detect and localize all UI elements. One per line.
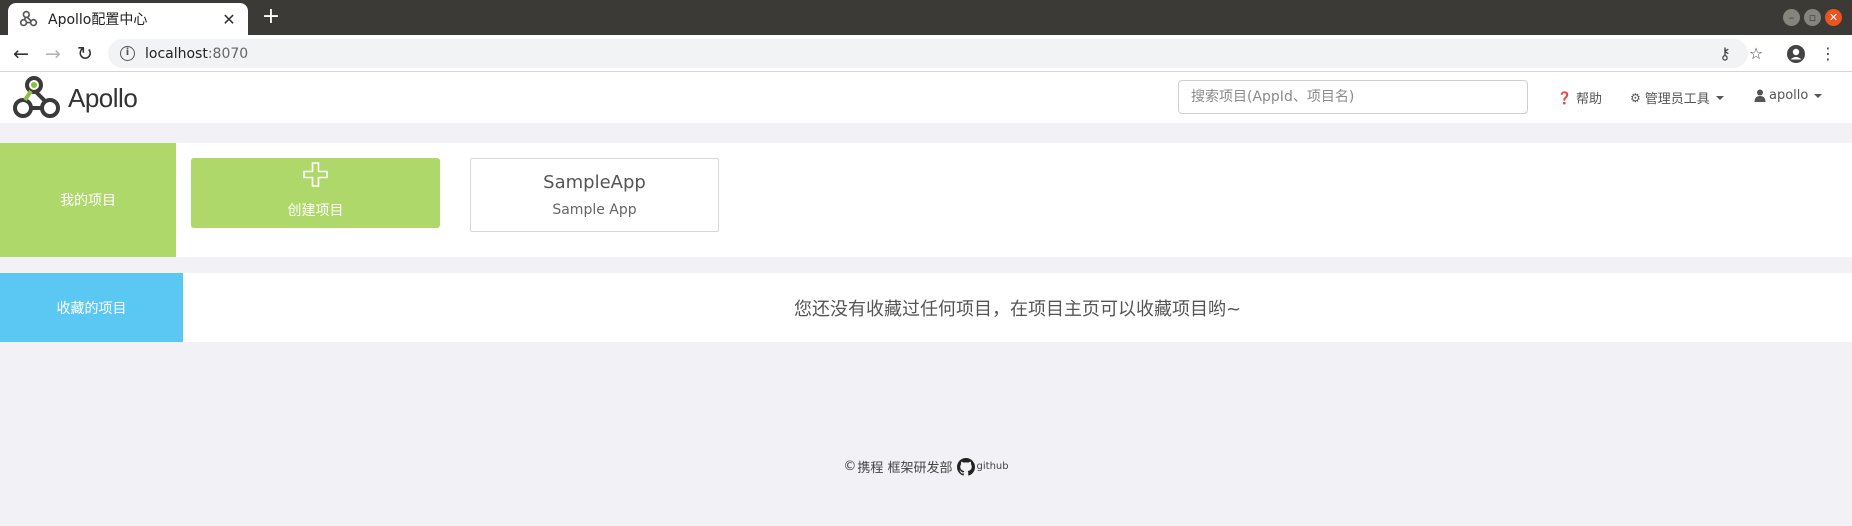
window-maximize-icon[interactable]: ▫	[1804, 9, 1821, 26]
my-projects-section: 我的项目 创建项目 SampleApp Sample App	[0, 143, 1852, 257]
github-icon[interactable]	[956, 457, 975, 476]
tab-title: Apollo配置中心	[48, 12, 148, 28]
copyright-icon: ©	[843, 459, 857, 474]
browser-menu-icon[interactable]: ⋮	[1816, 42, 1840, 66]
logo-text: Apollo	[68, 82, 138, 113]
app-header: Apollo ❓ 帮助 ⚙ 管理员工具 apollo	[0, 72, 1852, 123]
browser-tab-bar: Apollo配置中心 ✕ + – ▫ ✕	[0, 0, 1852, 35]
browser-tab[interactable]: Apollo配置中心 ✕	[8, 3, 248, 35]
project-card-sampleapp[interactable]: SampleApp Sample App	[470, 158, 719, 232]
footer-text: 携程 框架研发部	[857, 461, 953, 476]
admin-tools-dropdown[interactable]: ⚙ 管理员工具	[1630, 88, 1724, 107]
browser-toolbar: ← → ↻ i localhost:8070 ⚷ ☆ ⋮	[0, 35, 1852, 72]
site-info-icon[interactable]: i	[120, 46, 135, 61]
bookmark-star-icon[interactable]: ☆	[1744, 42, 1768, 66]
plus-icon	[303, 162, 328, 187]
address-bar[interactable]: i localhost:8070	[108, 39, 1748, 68]
back-arrow-icon[interactable]: ←	[9, 42, 33, 66]
apollo-logo-icon	[13, 76, 60, 118]
project-search-input[interactable]	[1178, 80, 1528, 114]
footer: © 携程 框架研发部 github	[0, 457, 1852, 476]
help-label: 帮助	[1575, 92, 1602, 107]
favorite-projects-label: 收藏的项目	[0, 273, 183, 342]
create-project-label: 创建项目	[287, 203, 344, 219]
url-port: :8070	[207, 45, 249, 62]
help-link[interactable]: ❓ 帮助	[1557, 88, 1602, 108]
key-icon[interactable]: ⚷	[1713, 42, 1737, 66]
create-project-button[interactable]: 创建项目	[191, 158, 440, 228]
my-projects-label: 我的项目	[0, 143, 176, 257]
user-label: apollo	[1769, 88, 1809, 103]
favorites-empty-message: 您还没有收藏过任何项目，在项目主页可以收藏项目哟~	[793, 298, 1242, 320]
forward-arrow-icon[interactable]: →	[41, 42, 65, 66]
project-app-name: Sample App	[552, 202, 637, 218]
apollo-favicon-icon	[20, 10, 38, 27]
user-icon	[1754, 89, 1766, 102]
github-link[interactable]: github	[977, 461, 1009, 472]
window-close-icon[interactable]: ✕	[1825, 9, 1842, 26]
url-host: localhost	[145, 45, 208, 62]
window-minimize-icon[interactable]: –	[1783, 9, 1800, 26]
caret-down-icon	[1814, 93, 1823, 98]
project-app-id: SampleApp	[543, 172, 646, 193]
caret-down-icon	[1715, 95, 1724, 100]
apollo-logo[interactable]: Apollo	[12, 75, 138, 121]
tab-close-icon[interactable]: ✕	[220, 10, 238, 29]
window-controls: – ▫ ✕	[1783, 9, 1842, 26]
question-circle-icon: ❓	[1557, 90, 1572, 105]
favorite-projects-section: 收藏的项目 您还没有收藏过任何项目，在项目主页可以收藏项目哟~	[0, 273, 1852, 342]
new-tab-button[interactable]: +	[258, 4, 284, 30]
admin-tools-label: 管理员工具	[1644, 92, 1710, 107]
profile-avatar-icon	[1787, 45, 1805, 63]
profile-icon[interactable]	[1784, 42, 1808, 66]
user-dropdown[interactable]: apollo	[1754, 88, 1823, 103]
reload-icon[interactable]: ↻	[73, 42, 97, 66]
gear-icon: ⚙	[1630, 90, 1641, 105]
